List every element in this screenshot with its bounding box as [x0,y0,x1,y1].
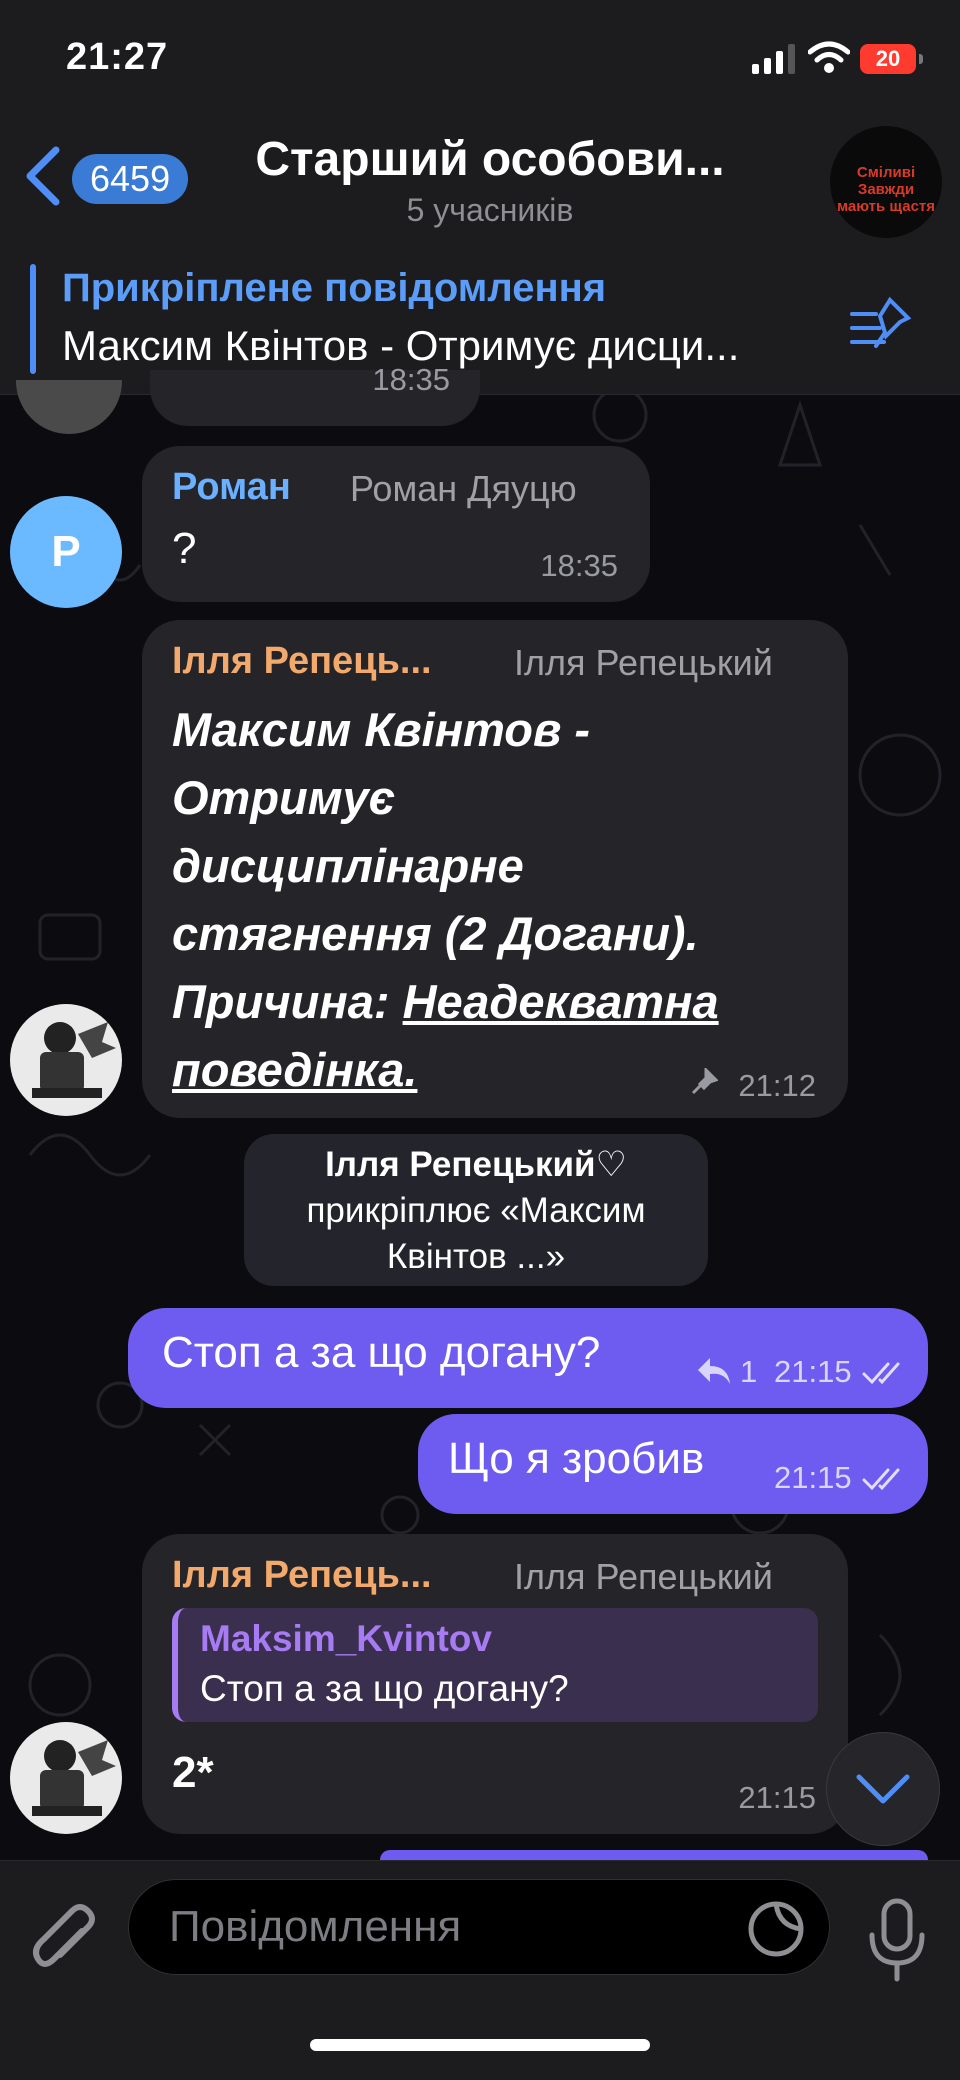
message-time: 18:35 [372,362,450,397]
pinned-text: Максим Квінтов - Отримує дисци... [62,322,740,369]
battery-icon: 20 [860,44,923,74]
avatar-illia[interactable] [10,1004,122,1116]
avatar-text-line: Завжди [857,181,915,198]
partial-message-bubble[interactable]: 18:35 [150,362,480,426]
home-indicator [310,2039,650,2051]
avatar-illustration [32,1022,116,1098]
chevron-down-icon [856,1774,910,1804]
message-time: 18:35 [540,548,618,583]
status-bar: 21:27 20 [0,0,960,120]
message-text: 2* [172,1748,214,1797]
avatar-illustration [32,1740,116,1816]
group-avatar[interactable]: Сміливі Завжди мають щастя [830,126,942,238]
partial-outgoing-bubble[interactable] [380,1850,928,1860]
paperclip-icon[interactable] [30,1901,100,1981]
sender-name[interactable]: Роман [172,466,291,509]
service-line: Ілля Репецький♡ [325,1145,627,1184]
service-message: Ілля Репецький♡ прикріплює «Максим Квінт… [244,1134,708,1286]
avatar-text-line: Сміливі [856,164,916,181]
message-time: 21:12 [738,1068,816,1103]
service-line: Квінтов ...» [386,1237,566,1276]
outgoing-message[interactable]: Стоп а за що догану? 1 21:15 [128,1308,928,1408]
message-time: 21:15 [738,1780,816,1815]
chat-title[interactable]: Старший особови... [190,132,790,187]
pin-list-icon[interactable] [850,294,916,354]
double-check-icon [862,1468,900,1491]
microphone-icon[interactable] [866,1897,928,1983]
chat-header: 6459 Старший особови... 5 учасників Сміл… [0,120,960,247]
message-time: 21:15 [774,1354,852,1389]
pinned-accent-bar [30,264,36,374]
reason-text: Неадекватна [402,975,719,1028]
quote-text: Стоп а за що догану? [200,1668,569,1709]
scroll-down-button[interactable] [826,1732,940,1846]
message-text: Стоп а за що догану? [162,1328,601,1377]
reply-arrow-icon[interactable] [696,1356,732,1386]
announcement-line: дисциплінарне [172,839,524,892]
member-count: 5 учасників [406,192,574,228]
sender-full-name: Ілля Репецький [514,1556,773,1597]
message-time: 21:15 [774,1460,852,1495]
pinned-message-bar[interactable]: Прикріплене повідомлення Максим Квінтов … [0,246,960,395]
service-line: прикріплює «Максим [306,1191,646,1230]
message-text: ? [172,524,197,573]
reason-label: Причина: [172,975,390,1028]
pinned-title: Прикріплене повідомлення [62,266,607,310]
avatar-text-line: мають щастя [836,198,936,215]
avatar-roman[interactable]: Р [10,496,122,608]
back-chevron-icon[interactable] [20,144,64,208]
sender-full-name: Роман Дяуцю [350,468,577,509]
double-check-icon [862,1362,900,1385]
message-roman[interactable]: Роман Роман Дяуцю ? 18:35 [142,446,650,602]
message-announcement[interactable]: Ілля Репець... Ілля Репецький Максим Кві… [142,620,848,1118]
pin-icon [691,1068,718,1095]
outgoing-message[interactable]: Що я зробив 21:15 [418,1414,928,1514]
message-text: Що я зробив [448,1434,705,1483]
status-time: 21:27 [66,36,169,78]
avatar-illia[interactable] [10,1722,122,1834]
signal-icon [752,44,795,74]
reason-text: поведінка. [172,1043,418,1096]
quoted-message[interactable]: Maksim_Kvintov Стоп а за що догану? [172,1608,818,1722]
input-placeholder: Повідомлення [169,1902,462,1951]
message-reply[interactable]: Ілля Репець... Ілля Репецький Maksim_Kvi… [142,1534,848,1834]
quote-author: Maksim_Kvintov [200,1618,492,1659]
sender-name[interactable]: Ілля Репець... [172,1554,432,1597]
announcement-body: Максим Квінтов - Отримує дисциплінарне с… [172,696,719,1104]
wifi-icon [808,41,850,73]
unread-count-badge[interactable]: 6459 [72,154,189,204]
message-input[interactable]: Повідомлення [128,1879,830,1975]
sender-name[interactable]: Ілля Репець... [172,640,432,683]
sticker-icon[interactable] [747,1900,805,1958]
announcement-line: Отримує [172,771,396,824]
announcement-line: стягнення (2 Догани). [172,907,699,960]
avatar-letter: Р [51,527,81,576]
sender-full-name: Ілля Репецький [514,642,773,683]
reply-count[interactable]: 1 [740,1354,757,1390]
announcement-line: Максим Квінтов - [172,703,591,756]
